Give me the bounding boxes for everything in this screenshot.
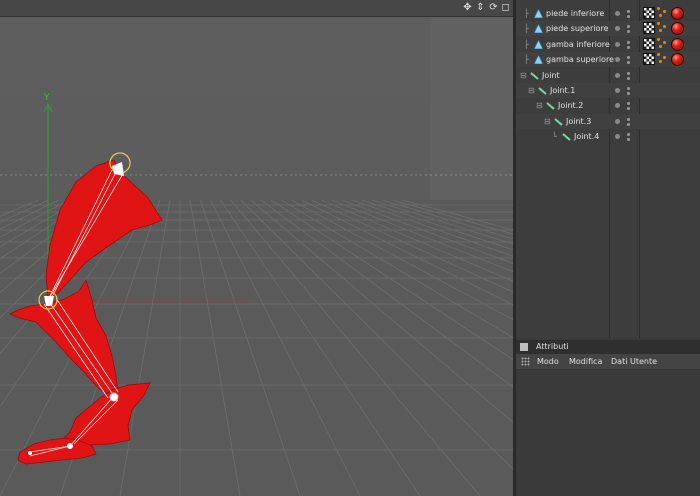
editor-visibility-icon[interactable] [627,40,630,44]
editor-visibility-icon[interactable] [627,10,630,13]
joint-object-icon [546,101,555,111]
visibility-dot-icon[interactable] [615,88,620,93]
panel-menu-icon[interactable] [520,343,528,351]
tree-line-icon: └ [552,132,557,142]
editor-visibility-icon[interactable] [627,71,630,75]
joint-point [67,443,73,449]
render-visibility-icon[interactable] [627,61,630,65]
editor-visibility-icon[interactable] [627,87,630,90]
render-visibility-icon[interactable] [627,30,630,34]
object-name-label[interactable]: gamba superiore [546,52,614,67]
visibility-dot-icon[interactable] [615,134,620,140]
editor-visibility-icon[interactable] [627,102,630,106]
joint-object-icon [554,117,563,126]
menu-modo[interactable]: Modo [537,354,559,369]
rotate-view-icon[interactable]: ⟳ [488,2,499,13]
object-name-label[interactable]: Joint.4 [574,129,599,144]
object-row[interactable]: ⊟ Joint.2 [516,98,700,113]
y-axis-label: Y [43,93,50,103]
weight-tag-icon[interactable] [657,7,667,17]
editor-visibility-icon[interactable] [627,133,630,137]
object-name-label[interactable]: Joint.3 [566,114,591,129]
attributes-menubar: Modo Modifica Dati Utente [516,354,700,370]
polygon-object-icon [533,23,544,34]
menu-dati-utente[interactable]: Dati Utente [611,354,657,369]
joint-point [109,392,119,402]
visibility-dot-icon[interactable] [615,11,620,16]
grip-icon[interactable] [521,357,530,366]
polygon-object-icon [533,54,544,65]
weight-tag-icon[interactable] [657,22,667,33]
joint-object-icon [530,71,539,80]
visibility-dot-icon[interactable] [615,103,620,109]
object-name-label[interactable]: piede inferiore [546,6,604,21]
tree-line-icon: ├ [524,9,529,18]
object-row[interactable]: ├ piede superiore [516,21,700,37]
object-row[interactable]: ⊟ Joint [516,68,700,83]
render-visibility-icon[interactable] [627,107,630,111]
maximize-view-icon[interactable]: ◻ [500,2,511,13]
joint-point [28,451,32,455]
render-visibility-icon[interactable] [627,138,630,142]
joint-object-icon [562,132,571,141]
object-name-label[interactable]: gamba inferiore [546,37,610,52]
object-row[interactable]: ├ gamba superiore [516,52,700,68]
tree-expand-icon[interactable]: ⊟ [520,68,527,83]
uvw-tag-icon[interactable] [643,53,655,66]
move-view-icon[interactable]: ✥ [462,2,473,13]
material-tag-icon[interactable] [671,53,684,67]
uvw-tag-icon[interactable] [643,37,655,50]
tree-line-icon: ├ [524,39,529,49]
tree-line-icon: ├ [524,24,529,34]
object-row[interactable]: ⊟ Joint.3 [516,113,700,129]
material-tag-icon[interactable] [671,22,684,36]
viewport-canvas[interactable]: Y [0,17,513,496]
viewport-toolbar: ✥ ⇕ ⟳ ◻ [0,0,513,17]
attributes-manager: Attributi Modo Modifica Dati Utente [516,340,700,496]
material-tag-icon[interactable] [671,7,684,20]
polygon-object-icon [533,8,544,19]
tree-expand-icon[interactable]: ⊟ [528,83,535,98]
3d-viewport[interactable]: ✥ ⇕ ⟳ ◻ Y [0,0,513,496]
render-visibility-icon[interactable] [627,92,630,95]
render-visibility-icon[interactable] [627,76,630,80]
weight-tag-icon[interactable] [657,53,667,64]
polygon-object-icon [533,38,544,50]
render-visibility-icon[interactable] [627,122,630,126]
uvw-tag-icon[interactable] [643,7,655,19]
object-row[interactable]: ├ piede inferiore [516,6,700,21]
object-row[interactable]: ⊟ Joint.1 [516,83,700,98]
visibility-dot-icon[interactable] [615,118,620,124]
object-row[interactable]: ├ gamba inferiore [516,37,700,52]
object-manager: ├ piede inferiore ├ piede superiore ├ gamba i… [516,0,700,338]
visibility-dot-icon[interactable] [615,57,620,63]
menu-modifica[interactable]: Modifica [569,354,602,369]
tree-expand-icon[interactable]: ⊟ [536,98,543,113]
visibility-dot-icon[interactable] [615,41,620,47]
object-name-label[interactable]: Joint [542,68,560,83]
object-row[interactable]: └ Joint.4 [516,129,700,144]
attributes-title: Attributi [536,342,569,351]
object-name-label[interactable]: piede superiore [546,21,608,36]
tree-line-icon: ├ [524,55,529,65]
material-tag-icon[interactable] [671,37,684,51]
editor-visibility-icon[interactable] [627,56,630,60]
weight-tag-icon[interactable] [657,37,667,48]
joint-object-icon [538,86,547,95]
render-visibility-icon[interactable] [627,15,630,18]
zoom-view-icon[interactable]: ⇕ [475,2,486,13]
editor-visibility-icon[interactable] [627,25,630,29]
tree-expand-icon[interactable]: ⊟ [544,114,551,129]
uvw-tag-icon[interactable] [643,22,655,35]
visibility-dot-icon[interactable] [615,72,620,78]
render-visibility-icon[interactable] [627,45,630,49]
attributes-header: Attributi [516,340,700,354]
object-name-label[interactable]: Joint.1 [550,83,575,98]
editor-visibility-icon[interactable] [627,117,630,121]
visibility-dot-icon[interactable] [615,26,620,32]
object-name-label[interactable]: Joint.2 [558,98,583,113]
